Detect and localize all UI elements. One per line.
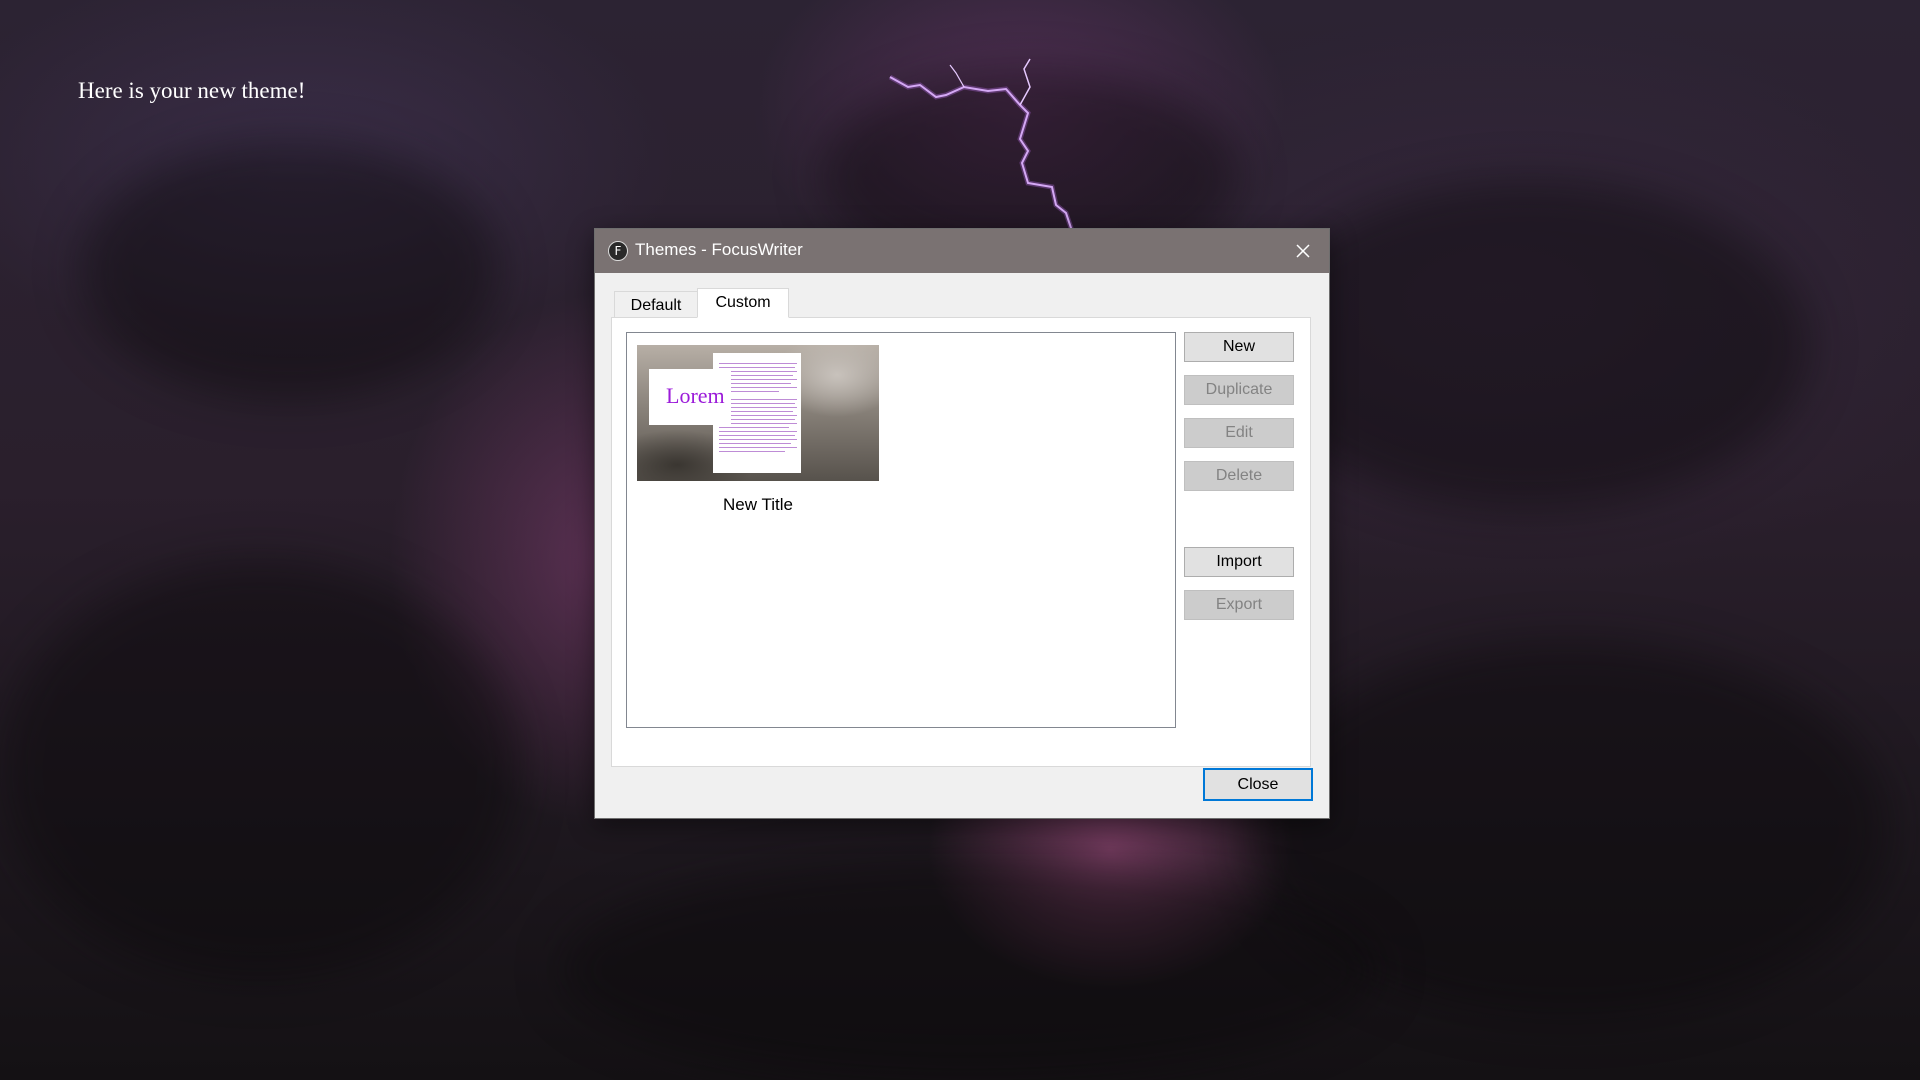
cloud: [560, 860, 1380, 1080]
custom-tab-pane: Lorem New Title New Duplicate Edit Delet…: [611, 317, 1311, 767]
theme-preview-thumbnail: Lorem: [637, 345, 879, 481]
delete-button[interactable]: Delete: [1184, 461, 1294, 491]
cloud: [0, 560, 520, 980]
focuswriter-app-icon: F: [608, 241, 628, 261]
themes-dialog: F Themes - FocusWriter Default Custom Lo…: [594, 228, 1330, 819]
duplicate-button[interactable]: Duplicate: [1184, 375, 1294, 405]
lightning-bolt: [888, 58, 1075, 232]
theme-preview-text: Lorem: [666, 383, 725, 408]
theme-name: New Title: [723, 495, 793, 514]
theme-preview-heading: Lorem: [649, 369, 731, 425]
close-button[interactable]: Close: [1203, 768, 1313, 801]
edit-button[interactable]: Edit: [1184, 418, 1294, 448]
tab-default[interactable]: Default: [614, 291, 698, 317]
tab-custom[interactable]: Custom: [697, 288, 789, 318]
dialog-title: Themes - FocusWriter: [635, 240, 803, 259]
new-theme-message: Here is your new theme!: [78, 78, 306, 103]
dialog-titlebar[interactable]: F Themes - FocusWriter: [595, 229, 1329, 273]
cloud: [1250, 180, 1810, 510]
theme-item[interactable]: Lorem New Title: [637, 345, 879, 515]
import-button[interactable]: Import: [1184, 547, 1294, 577]
close-icon[interactable]: [1289, 237, 1317, 265]
cloud: [80, 140, 500, 400]
export-button[interactable]: Export: [1184, 590, 1294, 620]
theme-list[interactable]: Lorem New Title: [626, 332, 1176, 728]
new-button[interactable]: New: [1184, 332, 1294, 362]
